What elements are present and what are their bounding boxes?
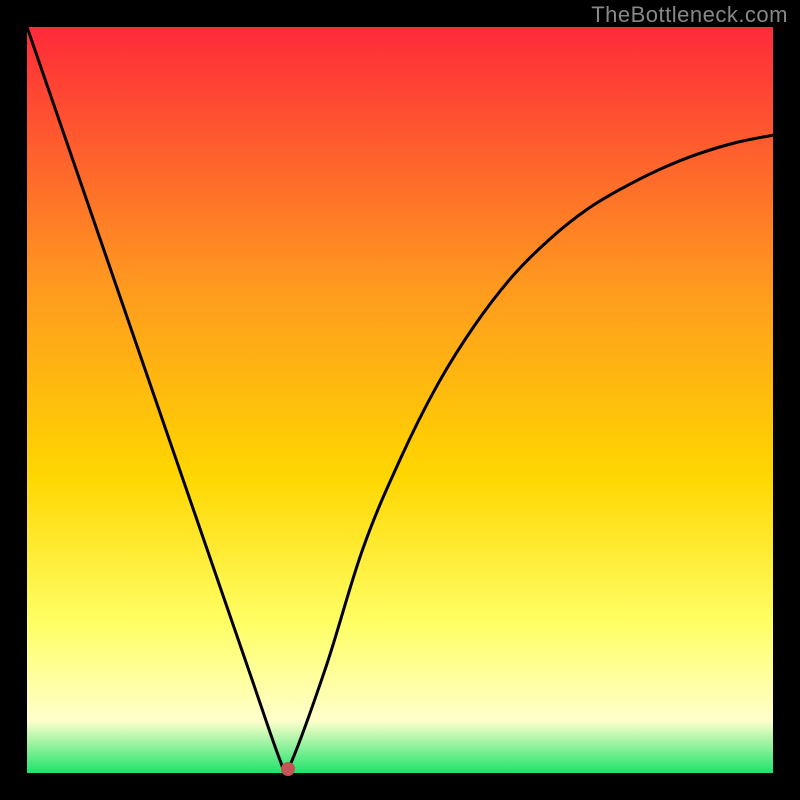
- watermark-text: TheBottleneck.com: [591, 2, 788, 28]
- optimal-point-marker: [281, 762, 295, 776]
- plot-area: [27, 27, 773, 773]
- bottleneck-curve: [27, 27, 773, 773]
- chart-frame: TheBottleneck.com: [0, 0, 800, 800]
